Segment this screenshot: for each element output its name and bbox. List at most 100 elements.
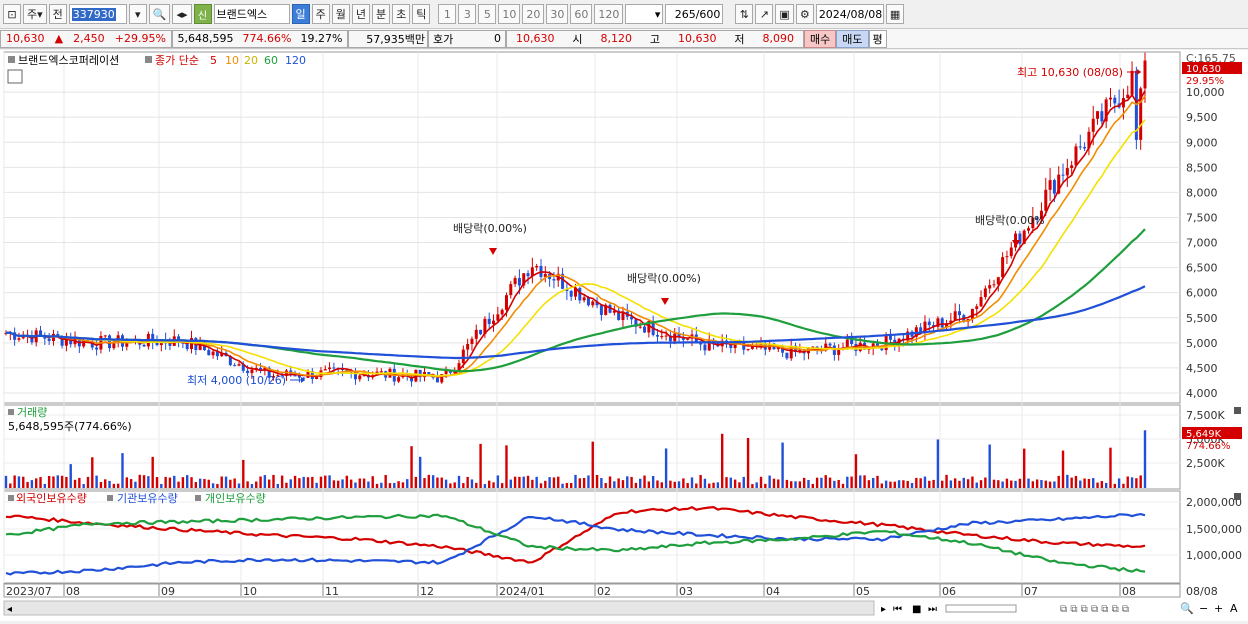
volume-bar (4, 475, 8, 488)
x-axis-label: 10 (243, 585, 257, 598)
zoom-slider[interactable] (945, 604, 1017, 613)
volume-bar (393, 482, 396, 488)
horizontal-scrollbar[interactable] (3, 600, 875, 616)
volume-bar (1057, 475, 1060, 488)
candle-body (39, 330, 43, 336)
interval-year[interactable]: 년 (351, 4, 371, 24)
period-type-select[interactable]: 주 ▾ (23, 4, 47, 24)
volume-bar (720, 433, 724, 488)
play-first-icon[interactable]: ⏮ (893, 604, 902, 615)
volume-bar (742, 476, 745, 488)
volume-bar (47, 476, 51, 488)
tool-icons[interactable]: ⧉ ⧉ ⧉ ⧉ ⧉ ⧉ ⧉ (1060, 604, 1129, 615)
play-last-icon[interactable]: ⏭ (928, 604, 937, 615)
grid-toggle-icon[interactable] (7, 69, 23, 84)
volume-bar (876, 475, 879, 488)
scroll-left-icon[interactable]: ◂ (7, 604, 12, 615)
indicator-icon[interactable]: ↗ (755, 4, 774, 24)
calendar-icon[interactable]: ▦ (885, 4, 905, 24)
num-10[interactable]: 10 (498, 4, 521, 24)
num-3[interactable]: 3 (458, 4, 477, 24)
trade-amount: 57,935백만 (366, 32, 425, 46)
volume-current-pct: 774.66% (1186, 441, 1231, 452)
volume-box: 5,648,595 774.66% 19.27% (172, 29, 348, 48)
prev-button[interactable]: 전 (48, 4, 67, 24)
interval-week[interactable]: 주 (311, 4, 330, 24)
price-change-pct: +29.95% (114, 32, 166, 45)
volume-bar (639, 478, 642, 488)
stop-icon[interactable]: ■ (912, 604, 921, 615)
num-60[interactable]: 60 (570, 4, 593, 24)
candle-body (850, 339, 854, 344)
count-field[interactable]: 265/600 (665, 4, 724, 24)
zoom-in-icon[interactable]: + (1214, 602, 1223, 615)
num-20[interactable]: 20 (522, 4, 545, 24)
candle-body (975, 306, 979, 309)
volume-bar (712, 482, 715, 488)
volume-bar (190, 477, 193, 488)
save-icon[interactable]: ▣ (775, 4, 794, 24)
interval-month[interactable]: 월 (331, 4, 350, 24)
volume-bar (729, 477, 733, 488)
date-input[interactable]: 2024/08/08 (815, 4, 884, 24)
volume-bar (263, 475, 267, 488)
volume-bar (475, 482, 478, 488)
volume-bar (561, 483, 564, 488)
chart-area[interactable]: 10,000 9,500 9,000 8,500 8,000 7,500 7,000 6,50… (0, 50, 1248, 621)
volume-bar (565, 483, 569, 488)
volume-bar (1074, 475, 1078, 488)
interval-tick[interactable]: 틱 (412, 4, 431, 24)
date-value: 2024/08/08 (818, 7, 883, 21)
volume-bar (1104, 482, 1108, 488)
ma-period-10: 10 (225, 54, 239, 67)
panel-close-icon[interactable] (1234, 407, 1241, 414)
volume-bar (552, 477, 556, 488)
interval-second[interactable]: 초 (392, 4, 411, 24)
holding-tick-label: 2,000,000 (1186, 496, 1242, 509)
volume-bar (850, 476, 853, 488)
volume-bar (669, 480, 672, 488)
scroll-right-icon[interactable]: ▸ (881, 604, 886, 615)
volume-bar (910, 483, 914, 488)
volume-bar (884, 480, 888, 488)
volume-bar (859, 475, 862, 488)
volume-bar (984, 477, 987, 488)
window-icon[interactable]: ⊡ (3, 4, 21, 24)
volume-bar (496, 475, 500, 488)
buy-button[interactable]: 매수 (804, 29, 837, 48)
interval-minute[interactable]: 분 (372, 4, 391, 24)
volume-bar (647, 481, 651, 488)
custom-period-select[interactable]: ▾ (625, 4, 664, 24)
chart-tools-icon[interactable]: ⇅ (735, 4, 754, 24)
dropdown-arrow-icon[interactable]: ▾ (128, 4, 147, 24)
volume-bar (367, 481, 370, 488)
num-5[interactable]: 5 (478, 4, 497, 24)
stock-chart[interactable]: 10,000 9,500 9,000 8,500 8,000 7,500 7,000 6,50… (0, 50, 1248, 621)
search-icon[interactable]: 🔍 (148, 4, 171, 24)
average-button[interactable]: 평 (868, 29, 887, 48)
ma-title: 종가 단순 (155, 54, 199, 67)
stock-name-field[interactable]: 브랜드엑스 (213, 4, 290, 24)
num-120[interactable]: 120 (594, 4, 624, 24)
font-size-icon[interactable]: A (1230, 602, 1238, 615)
zoom-out-icon[interactable]: − (1199, 602, 1208, 615)
gear-icon[interactable]: ⚙ (795, 4, 814, 24)
price-tick-label: 7,500 (1186, 211, 1218, 224)
volume-bar (168, 477, 172, 488)
speaker-icon[interactable]: ◂▸ (172, 4, 192, 24)
sell-button[interactable]: 매도 (836, 29, 869, 48)
high-label: 고 (649, 32, 661, 46)
num-30[interactable]: 30 (546, 4, 569, 24)
candle-body (1070, 165, 1074, 169)
stock-code-input[interactable]: 337930 (68, 4, 127, 24)
interval-day[interactable]: 일 (291, 4, 310, 24)
num-1[interactable]: 1 (438, 4, 457, 24)
volume-bar (500, 483, 504, 488)
volume-bar (229, 479, 232, 488)
panel-close-icon-2[interactable] (1234, 493, 1241, 500)
volume-bar (893, 481, 896, 488)
holding-legend-institution: 기관보유수량 (117, 492, 178, 505)
zoom-search-icon[interactable]: 🔍 (1180, 601, 1194, 615)
x-axis-label: 04 (766, 585, 780, 598)
volume-bar (22, 476, 25, 488)
